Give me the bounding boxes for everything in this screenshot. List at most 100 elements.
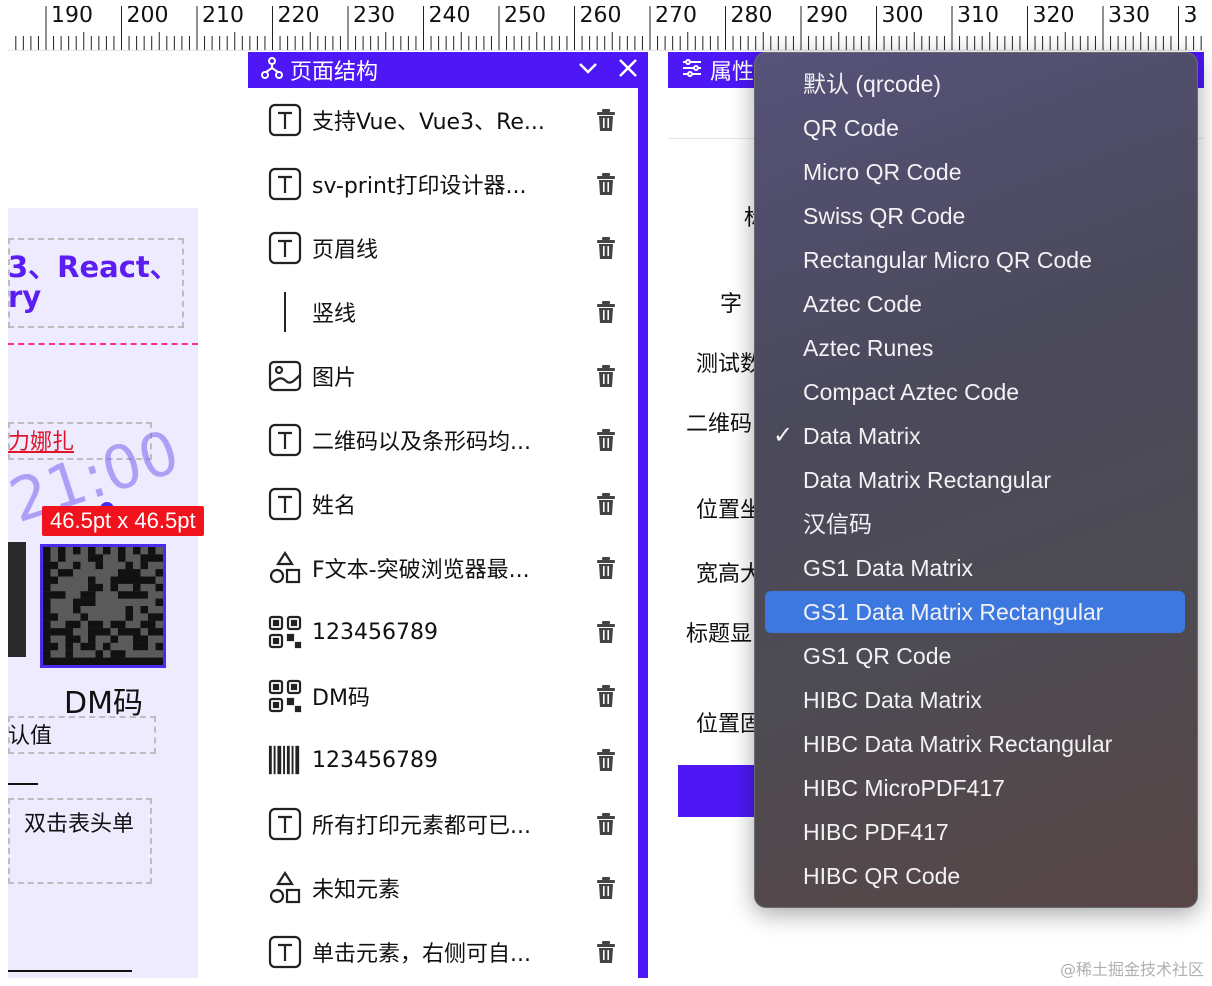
properties-panel-title: 属性 [710, 60, 755, 85]
dropdown-option[interactable]: Swiss QR Code [765, 195, 1185, 237]
short-line-element[interactable] [8, 783, 38, 785]
structure-scrollbar[interactable] [638, 88, 648, 978]
datamatrix-module [95, 628, 103, 636]
dropdown-option[interactable]: ✓ Data Matrix [765, 415, 1185, 457]
react-text-element[interactable]: 3、React、 ry [8, 252, 179, 312]
structure-item[interactable]: 图片 [248, 344, 636, 408]
structure-item[interactable]: 单击元素，右侧可自... [248, 920, 636, 978]
design-canvas[interactable]: 3、React、 ry 力娜扎 21:00 46.5pt x 46.5pt DM… [8, 52, 248, 978]
structure-item[interactable]: 姓名 [248, 472, 636, 536]
datamatrix-module [50, 642, 58, 651]
dropdown-option[interactable]: Compact Aztec Code [765, 371, 1185, 413]
datamatrix-module [43, 613, 51, 621]
trash-icon[interactable] [596, 109, 616, 131]
datamatrix-module [103, 657, 111, 665]
qrcode-icon [268, 679, 302, 713]
dropdown-option[interactable]: HIBC MicroPDF417 [765, 767, 1185, 809]
dropdown-option[interactable]: HIBC QR Code [765, 855, 1185, 897]
structure-item[interactable]: 页眉线 [248, 216, 636, 280]
structure-item[interactable]: DM码 [248, 664, 636, 728]
datamatrix-module [110, 657, 118, 665]
dropdown-option-label: GS1 Data Matrix Rectangular [803, 599, 1104, 625]
datamatrix-module [133, 569, 141, 577]
datamatrix-module [88, 642, 96, 651]
structure-item-label: 未知元素 [312, 878, 401, 903]
dropdown-option[interactable]: Rectangular Micro QR Code [765, 239, 1185, 281]
dropdown-option[interactable]: GS1 Data Matrix Rectangular [765, 591, 1185, 633]
datamatrix-module [133, 583, 141, 592]
dropdown-option-label: HIBC Data Matrix Rectangular [803, 731, 1113, 757]
trash-icon[interactable] [596, 877, 616, 899]
datamatrix-element[interactable] [40, 544, 166, 668]
dropdown-option[interactable]: Aztec Code [765, 283, 1185, 325]
chevron-down-icon[interactable] [576, 56, 600, 84]
structure-item[interactable]: F文本-突破浏览器最... [248, 536, 636, 600]
datamatrix-module [80, 591, 88, 599]
ruler-label: 3 [1183, 6, 1198, 28]
header-line[interactable] [8, 343, 198, 345]
trash-icon[interactable] [596, 813, 616, 835]
trash-icon[interactable] [596, 173, 616, 195]
datamatrix-module [118, 650, 126, 658]
structure-item-label: 支持Vue、Vue3、Re... [312, 110, 545, 135]
trash-icon[interactable] [596, 557, 616, 579]
react-text-line1: 3、React、 [8, 250, 179, 284]
dropdown-option[interactable]: QR Code [765, 107, 1185, 149]
datamatrix-module [118, 657, 126, 665]
trash-icon[interactable] [596, 685, 616, 707]
datamatrix-module [58, 554, 66, 562]
react-text-line2: ry [8, 280, 42, 314]
dropdown-option[interactable]: Aztec Runes [765, 327, 1185, 369]
dropdown-option[interactable]: Micro QR Code [765, 151, 1185, 193]
shapes-icon [268, 551, 302, 585]
dropdown-option[interactable]: HIBC Data Matrix [765, 679, 1185, 721]
trash-icon[interactable] [596, 365, 616, 387]
ruler-label: 330 [1108, 6, 1150, 28]
structure-item[interactable]: 未知元素 [248, 856, 636, 920]
datamatrix-module [103, 642, 111, 651]
structure-item[interactable]: 123456789 [248, 600, 636, 664]
datamatrix-module [140, 620, 148, 629]
text-icon [268, 103, 302, 137]
structure-item-label: DM码 [312, 686, 370, 711]
trash-icon[interactable] [596, 493, 616, 515]
datamatrix-module [140, 591, 148, 599]
close-icon[interactable] [616, 56, 640, 84]
trash-icon[interactable] [596, 429, 616, 451]
datamatrix-module [43, 650, 51, 658]
dropdown-option-label: 默认 (qrcode) [803, 71, 942, 97]
size-badge: 46.5pt x 46.5pt [42, 506, 204, 536]
trash-icon[interactable] [596, 941, 616, 963]
trash-icon[interactable] [596, 237, 616, 259]
structure-item-label: 页眉线 [312, 238, 379, 263]
dropdown-option[interactable]: GS1 QR Code [765, 635, 1185, 677]
datamatrix-module [125, 569, 133, 577]
structure-item[interactable]: sv-print打印设计器... [248, 152, 636, 216]
barcode-type-dropdown[interactable]: 默认 (qrcode) QR Code Micro QR Code Swiss QR … [754, 52, 1198, 908]
structure-item[interactable]: 123456789 [248, 728, 636, 792]
structure-item[interactable]: 二维码以及条形码均... [248, 408, 636, 472]
datamatrix-module [140, 642, 148, 651]
dropdown-option[interactable]: GS1 Data Matrix [765, 547, 1185, 589]
datamatrix-module [65, 620, 73, 629]
trash-icon[interactable] [596, 749, 616, 771]
datamatrix-module [110, 650, 118, 658]
dropdown-option[interactable]: 默认 (qrcode) [765, 63, 1185, 105]
qrcode-element[interactable] [8, 542, 26, 657]
trash-icon[interactable] [596, 621, 616, 643]
ruler-label: 280 [730, 6, 773, 28]
structure-item[interactable]: 所有打印元素都可已... [248, 792, 636, 856]
datamatrix-module [155, 569, 163, 577]
datamatrix-module [65, 628, 73, 636]
bottom-line-element[interactable] [8, 970, 132, 972]
trash-icon[interactable] [596, 301, 616, 323]
structure-item[interactable]: 竖线 [248, 280, 636, 344]
dropdown-option[interactable]: HIBC Data Matrix Rectangular [765, 723, 1185, 765]
datamatrix-module [43, 561, 51, 570]
dropdown-option[interactable]: HIBC PDF417 [765, 811, 1185, 853]
datamatrix-module [88, 657, 96, 665]
datamatrix-module [58, 569, 66, 577]
structure-item[interactable]: 支持Vue、Vue3、Re... [248, 88, 636, 152]
dropdown-option[interactable]: Data Matrix Rectangular [765, 459, 1185, 501]
dropdown-option[interactable]: 汉信码 [765, 503, 1185, 545]
